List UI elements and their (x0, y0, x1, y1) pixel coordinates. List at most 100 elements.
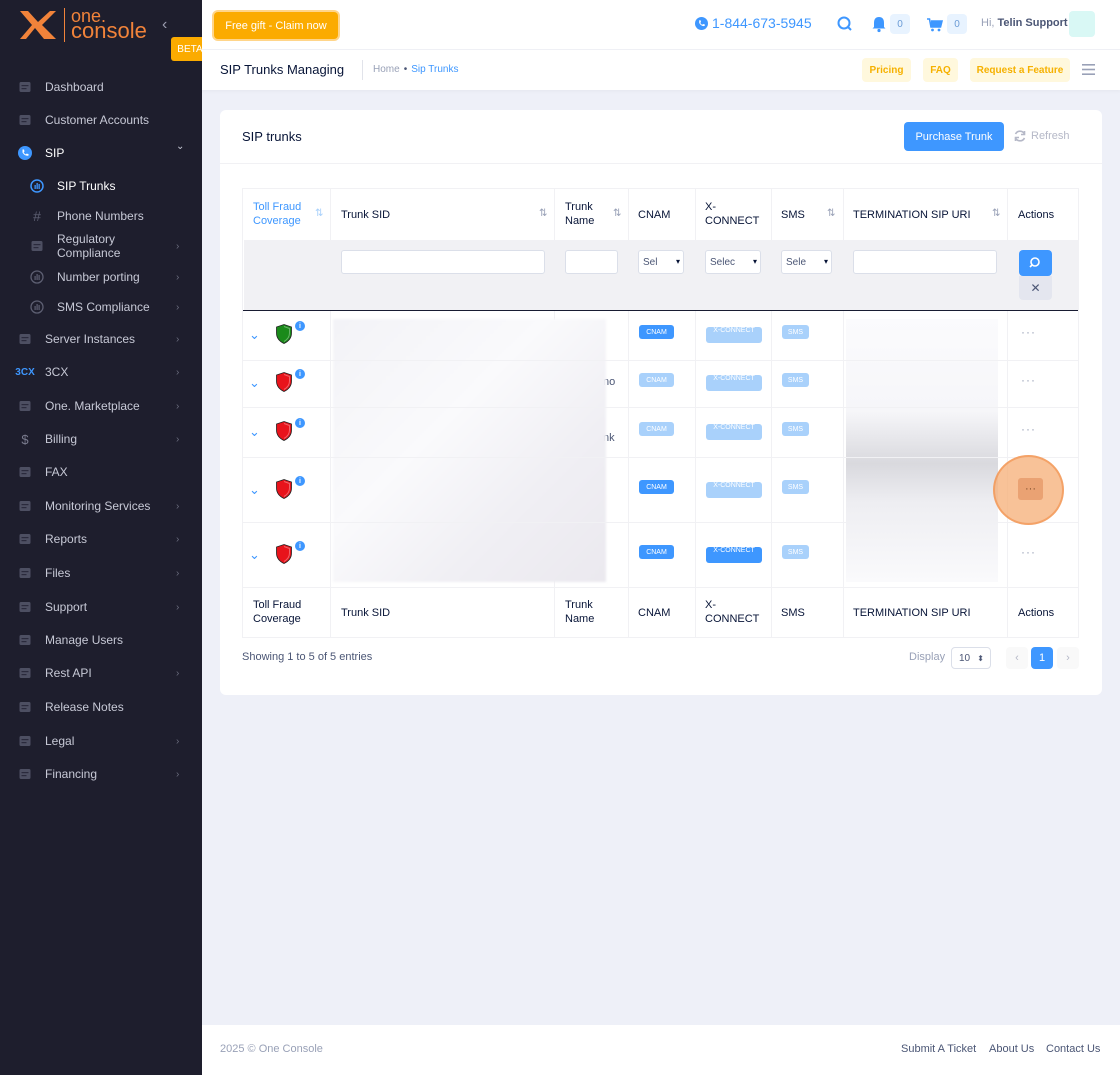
info-icon[interactable]: i (295, 541, 305, 551)
sidebar-item-release-notes[interactable]: Release Notes (0, 699, 202, 715)
termination-uri-filter-input[interactable] (853, 250, 997, 274)
row-actions-button-highlighted[interactable]: ··· (1018, 478, 1043, 500)
sidebar-item-rest-api[interactable]: Rest API › (0, 665, 202, 681)
trunk-name-filter-input[interactable] (565, 250, 618, 274)
next-page-button[interactable]: › (1057, 647, 1079, 669)
sms-badge: SMS (782, 325, 809, 339)
phone-icon (695, 16, 708, 30)
divider (1007, 189, 1008, 240)
id-card-icon (30, 239, 44, 253)
topbar: Free gift - Claim now 1-844-673-5945 0 0… (202, 0, 1120, 50)
sidebar-item-financing[interactable]: Financing › (0, 766, 202, 782)
sidebar-item-server-instances[interactable]: Server Instances › (0, 331, 202, 347)
row-actions-button[interactable]: ··· (1021, 422, 1036, 436)
sidebar-item-label: Rest API (45, 666, 92, 680)
logo[interactable]: one. console (18, 7, 147, 42)
sidebar-item-dashboard[interactable]: Dashboard (0, 79, 202, 95)
divider (243, 310, 1078, 311)
sidebar-item-sip-trunks[interactable]: SIP Trunks (0, 178, 202, 194)
expand-row-icon[interactable]: ⌄ (249, 327, 260, 343)
column-header-termination-uri[interactable]: TERMINATION SIP URI (853, 208, 971, 222)
sidebar-item-reports[interactable]: Reports › (0, 531, 202, 547)
about-us-link[interactable]: About Us (989, 1043, 1034, 1055)
sidebar-item-files[interactable]: Files › (0, 565, 202, 581)
prev-page-button[interactable]: ‹ (1006, 647, 1028, 669)
footer-header-cnam: CNAM (638, 607, 671, 619)
faq-button[interactable]: FAQ (923, 58, 958, 82)
sort-icon[interactable]: ⇅ (539, 208, 547, 219)
menu-icon[interactable] (1082, 64, 1095, 75)
sidebar-item-manage-users[interactable]: Manage Users (0, 632, 202, 648)
sidebar-item-sip[interactable]: SIP ⌄ (0, 141, 202, 161)
avatar[interactable] (1069, 11, 1095, 37)
column-header-toll-fraud[interactable]: Toll Fraud Coverage (253, 200, 313, 228)
sidebar-item-sms-compliance[interactable]: SMS Compliance › (0, 299, 202, 315)
sidebar-item-monitoring-services[interactable]: Monitoring Services › (0, 498, 202, 514)
row-actions-button[interactable]: ··· (1021, 545, 1036, 559)
sidebar-item-label: Financing (45, 767, 98, 781)
sidebar-item-support[interactable]: Support › (0, 599, 202, 615)
expand-row-icon[interactable]: ⌄ (249, 482, 260, 498)
sidebar-item-regulatory-compliance[interactable]: Regulatory Compliance › (0, 232, 202, 260)
submit-ticket-link[interactable]: Submit A Ticket (901, 1043, 976, 1055)
cnam-filter-value: Sel (643, 256, 658, 268)
sidebar-item-fax[interactable]: FAX (0, 464, 202, 480)
sort-icon[interactable]: ⇅ (992, 208, 1000, 219)
chevron-down-icon: ▾ (823, 257, 828, 266)
info-icon[interactable]: i (295, 321, 305, 331)
divider (243, 457, 1078, 458)
column-header-trunk-name[interactable]: Trunk Name (565, 200, 605, 228)
sidebar-item-legal[interactable]: Legal › (0, 733, 202, 749)
bell-icon[interactable] (870, 15, 888, 33)
sort-icon[interactable]: ⇅ (613, 208, 621, 219)
sort-icon[interactable]: ⇅ (315, 208, 323, 219)
breadcrumb: Home • Sip Trunks (373, 64, 458, 75)
sidebar-item-number-porting[interactable]: Number porting › (0, 269, 202, 285)
row-actions-button[interactable]: ··· (1021, 373, 1036, 387)
column-header-sms[interactable]: SMS (781, 208, 805, 222)
page-size-select[interactable]: 10 ⬍ (951, 647, 991, 669)
sort-icon[interactable]: ⇅ (827, 208, 835, 219)
sidebar-item-3cx[interactable]: 3CX 3CX › (0, 364, 202, 380)
sidebar-item-label: One. Marketplace (45, 399, 140, 413)
user-greeting[interactable]: Hi, Telin Support (981, 17, 1068, 29)
expand-row-icon[interactable]: ⌄ (249, 424, 260, 440)
filter-clear-button[interactable]: ✕ (1019, 276, 1052, 300)
purchase-trunk-button[interactable]: Purchase Trunk (904, 122, 1004, 151)
info-icon[interactable]: i (295, 476, 305, 486)
pricing-button[interactable]: Pricing (862, 58, 911, 82)
expand-row-icon[interactable]: ⌄ (249, 547, 260, 563)
page-1-button[interactable]: 1 (1031, 647, 1053, 669)
sidebar-item-customer-accounts[interactable]: Customer Accounts (0, 112, 202, 128)
footer-header-toll-fraud: Toll Fraud Coverage (253, 599, 302, 625)
sidebar-item-billing[interactable]: $ Billing › (0, 431, 202, 447)
sms-badge: SMS (782, 373, 809, 387)
redacted-area (333, 319, 606, 582)
divider (362, 60, 363, 80)
info-icon[interactable]: i (295, 369, 305, 379)
cart-icon[interactable] (926, 15, 944, 33)
contact-us-link[interactable]: Contact Us (1046, 1043, 1100, 1055)
sidebar-collapse-button[interactable]: ‹ (162, 16, 167, 34)
filter-search-button[interactable] (1019, 250, 1052, 276)
trunk-sid-filter-input[interactable] (341, 250, 545, 274)
request-feature-button[interactable]: Request a Feature (970, 58, 1070, 82)
breadcrumb-home[interactable]: Home (373, 64, 400, 75)
search-icon[interactable] (836, 15, 854, 33)
api-icon (18, 666, 32, 680)
expand-row-icon[interactable]: ⌄ (249, 375, 260, 391)
phone-link[interactable]: 1-844-673-5945 (695, 15, 812, 31)
free-gift-button[interactable]: Free gift - Claim now (214, 12, 338, 39)
refresh-button[interactable]: Refresh (1013, 129, 1070, 143)
sidebar-item-one-marketplace[interactable]: One. Marketplace › (0, 398, 202, 414)
divider (628, 189, 629, 240)
x-connect-filter-select[interactable]: Selec ▾ (705, 250, 761, 274)
sidebar-item-phone-numbers[interactable]: # Phone Numbers (0, 208, 202, 224)
sidebar-item-label: Dashboard (45, 80, 104, 94)
cnam-filter-select[interactable]: Sel ▾ (638, 250, 684, 274)
row-actions-button[interactable]: ··· (1021, 325, 1036, 339)
info-icon[interactable]: i (295, 418, 305, 428)
sms-filter-select[interactable]: Sele ▾ (781, 250, 832, 274)
cnam-badge: CNAM (639, 480, 674, 494)
column-header-trunk-sid[interactable]: Trunk SID (341, 208, 390, 222)
